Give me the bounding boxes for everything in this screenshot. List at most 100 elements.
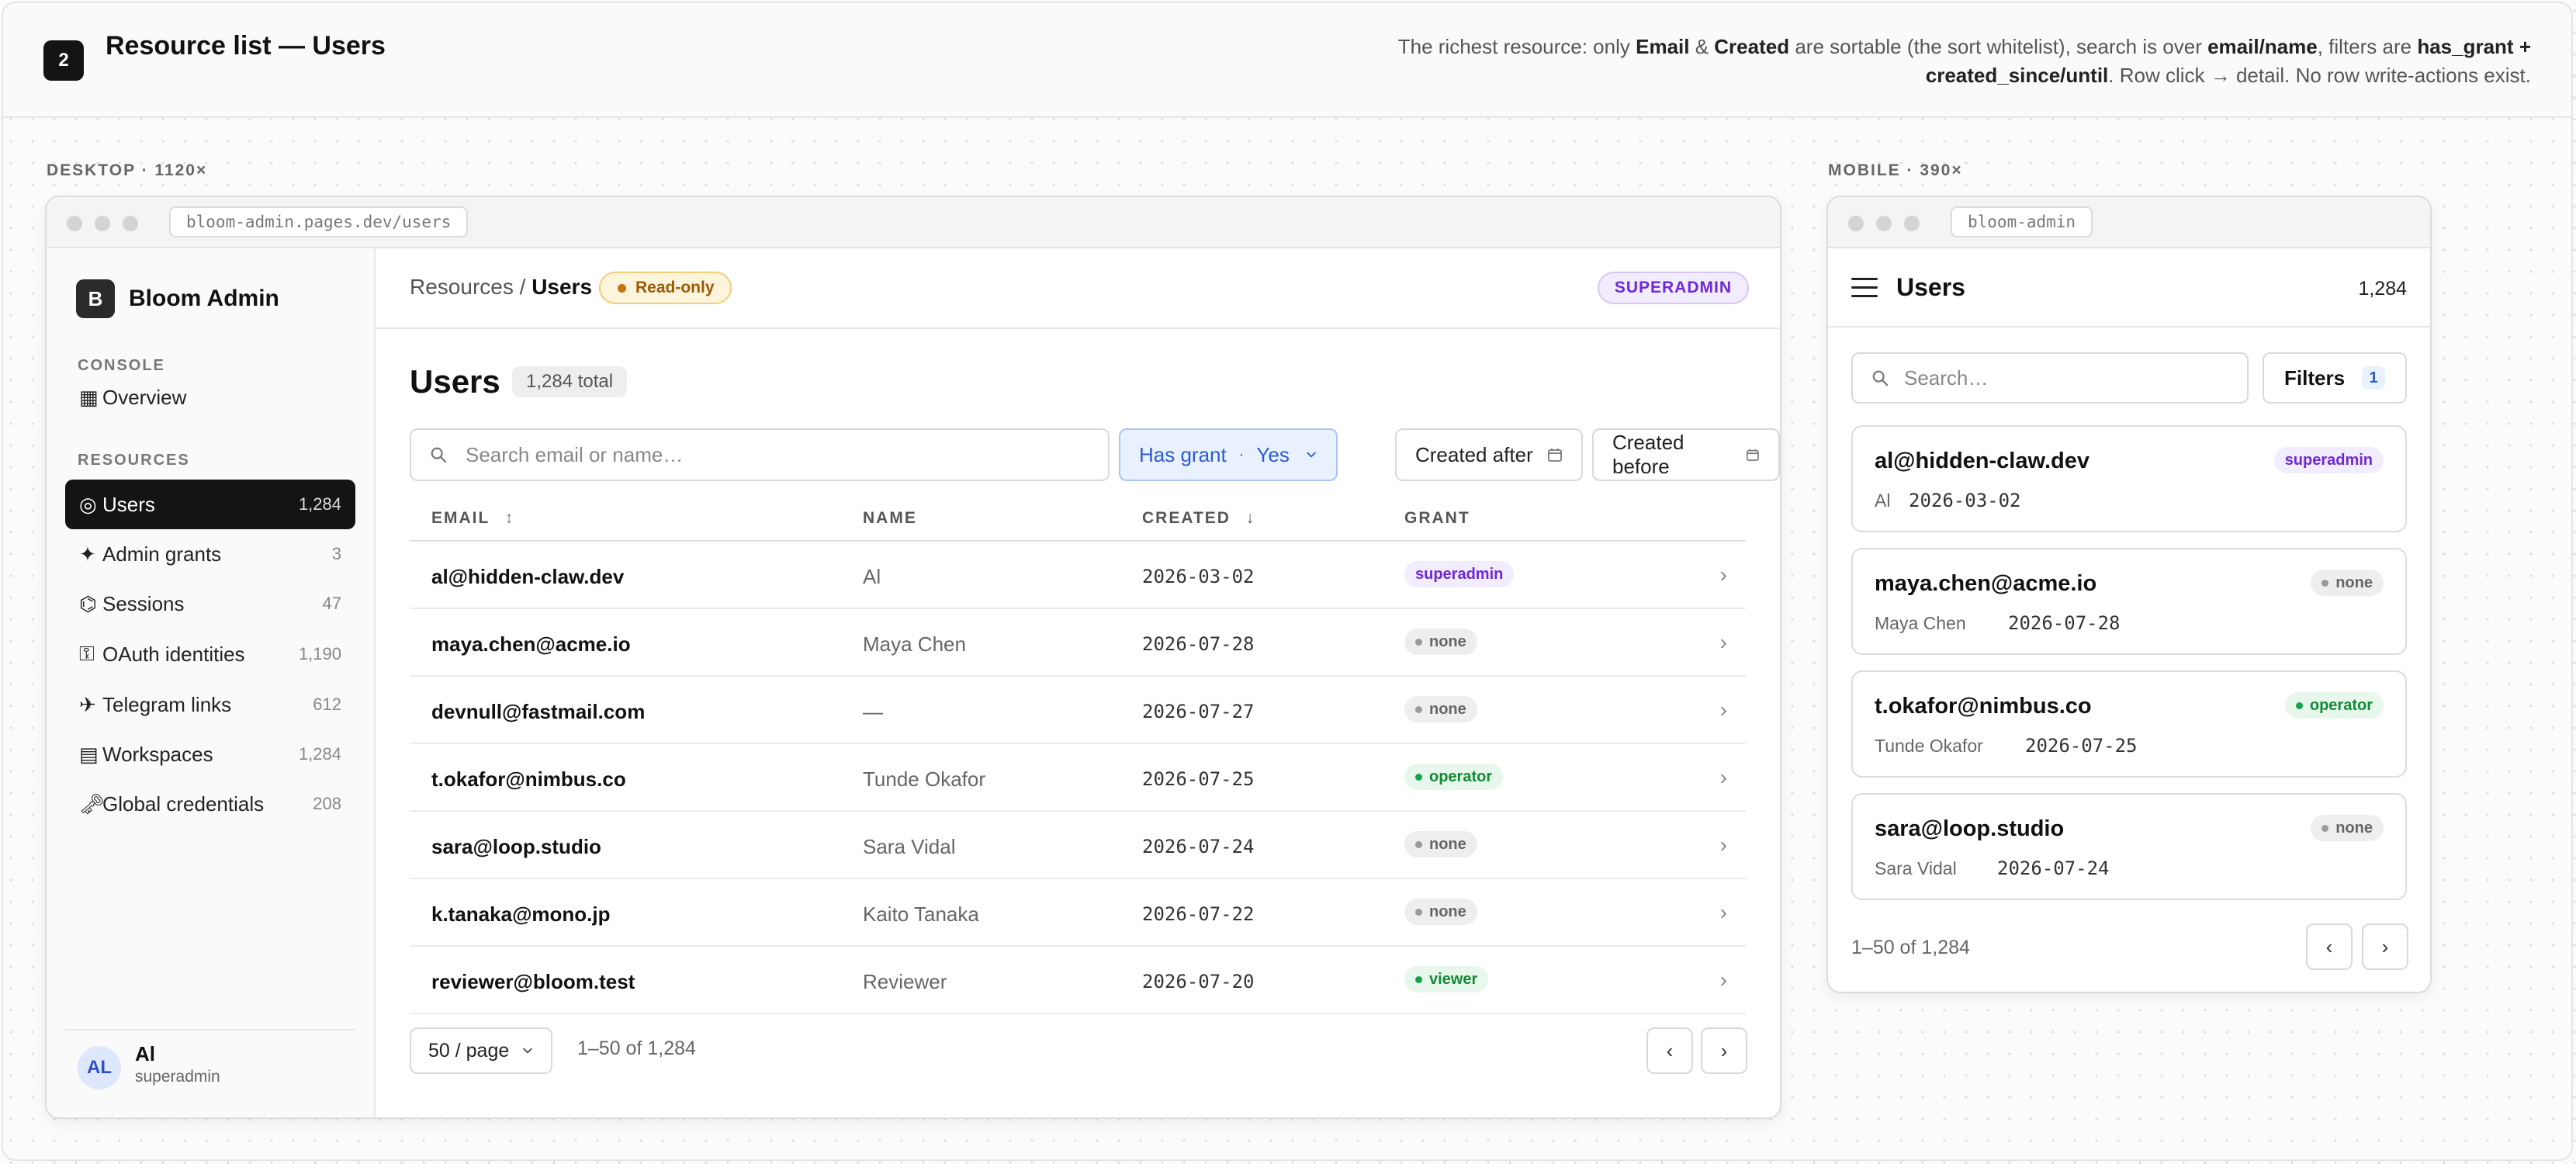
sidebar-item-count: 47 [322, 594, 341, 613]
search-placeholder: Search email or name… [466, 442, 684, 466]
cell-email: k.tanaka@mono.jp [431, 902, 611, 926]
key-icon: ⚿ [79, 642, 95, 665]
column-header-created[interactable]: CREATED ↓ [1142, 509, 1255, 528]
card-name: Al [1875, 490, 1891, 511]
grant-badge: none [2311, 815, 2384, 841]
mobile-label: MOBILE · 390× [1828, 161, 1963, 179]
user-name: Al [135, 1042, 155, 1065]
page-size-select[interactable]: 50 / page [410, 1027, 553, 1074]
table-row[interactable]: reviewer@bloom.test Reviewer 2026-07-20 … [410, 947, 1746, 1014]
user-card[interactable]: t.okafor@nimbus.co operator Tunde Okafor… [1851, 670, 2407, 778]
calendar-icon [1547, 449, 1562, 462]
spec-description: The richest resource: only Email & Creat… [1397, 35, 2531, 87]
table-row[interactable]: sara@loop.studio Sara Vidal 2026-07-24 n… [410, 812, 1746, 879]
mobile-header: Users 1,284 [1828, 248, 2430, 327]
prev-page-button[interactable]: ‹ [1646, 1027, 1693, 1074]
card-name: Tunde Okafor [1875, 736, 1983, 756]
sidebar-item-label: OAuth identities [102, 642, 245, 666]
sidebar-item-label: Admin grants [102, 542, 222, 566]
table-row[interactable]: maya.chen@acme.io Maya Chen 2026-07-28 n… [410, 609, 1746, 677]
desktop-label: DESKTOP · 1120× [47, 161, 208, 179]
grant-badge: operator [1404, 764, 1504, 790]
cell-name: — [863, 700, 883, 723]
prev-page-button[interactable]: ‹ [2306, 923, 2353, 970]
sidebar-item-overview[interactable]: ▦ Overview [65, 372, 355, 422]
created-before-filter[interactable]: Created before [1592, 428, 1780, 481]
sidebar-item-count: 1,190 [298, 644, 341, 663]
chevron-right-icon: › [1719, 563, 1727, 587]
chevron-right-icon: › [1719, 968, 1727, 992]
filters-button[interactable]: Filters 1 [2263, 352, 2407, 404]
search-icon [1872, 370, 1889, 386]
breadcrumb-parent[interactable]: Resources [410, 275, 514, 299]
main-header: Resources / Users Read-only SUPERADMIN [376, 248, 1780, 329]
grant-badge: none [1404, 831, 1477, 857]
grant-badge: viewer [1404, 966, 1489, 993]
sidebar-item-count: 1,284 [298, 744, 341, 764]
sidebar-item-sessions[interactable]: ⌬ Sessions 47 [65, 579, 355, 629]
window-dot [1848, 216, 1864, 231]
search-placeholder: Search… [1904, 365, 1989, 390]
window-dot [123, 216, 138, 231]
filter-label: Created after [1415, 442, 1533, 466]
table-row[interactable]: k.tanaka@mono.jp Kaito Tanaka 2026-07-22… [410, 879, 1746, 947]
chevron-down-icon [523, 1048, 532, 1054]
sidebar-item-count: 1,284 [298, 494, 341, 514]
sparkle-icon: ✦ [79, 542, 96, 566]
menu-icon[interactable] [1851, 278, 1878, 303]
table-row[interactable]: devnull@fastmail.com — 2026-07-27 none › [410, 677, 1746, 744]
card-email: maya.chen@acme.io [1875, 571, 2097, 596]
next-page-button[interactable]: › [1701, 1027, 1747, 1074]
filters-label: Filters [2284, 365, 2346, 390]
cell-name: Maya Chen [863, 632, 966, 656]
grant-badge: none [1404, 899, 1477, 925]
next-page-button[interactable]: › [2362, 923, 2408, 970]
filter-label: Created before [1612, 431, 1684, 478]
card-email: t.okafor@nimbus.co [1875, 694, 2092, 719]
plane-icon: ✈ [79, 692, 96, 716]
column-header-email[interactable]: EMAIL ↕ [431, 509, 514, 528]
breadcrumb: Resources / Users [410, 275, 592, 300]
grant-badge: superadmin [1404, 561, 1515, 587]
user-card[interactable]: maya.chen@acme.io none Maya Chen 2026-07… [1851, 548, 2407, 655]
total-count: 1,284 [2358, 278, 2407, 300]
table-row[interactable]: t.okafor@nimbus.co Tunde Okafor 2026-07-… [410, 744, 1746, 812]
cell-created: 2026-07-24 [1142, 836, 1255, 857]
sidebar-item-label: Overview [102, 385, 187, 409]
user-card[interactable]: sara@loop.studio none Sara Vidal 2026-07… [1851, 793, 2407, 900]
sidebar-item-workspaces[interactable]: ▤ Workspaces 1,284 [65, 729, 355, 779]
nav-group-resources: RESOURCES [78, 452, 190, 469]
filter-separator: · [1238, 445, 1245, 463]
column-header-grant: GRANT [1404, 509, 1470, 527]
brand-name: Bloom Admin [129, 286, 279, 311]
table-row[interactable]: al@hidden-claw.dev Al 2026-03-02 superad… [410, 542, 1746, 609]
cell-name: Reviewer [863, 970, 947, 993]
filters-count-badge: 1 [2362, 366, 2385, 390]
cell-email: al@hidden-claw.dev [431, 565, 625, 588]
url-bar[interactable]: bloom-admin [1951, 206, 2093, 237]
sidebar-item-admin-grants[interactable]: ✦ Admin grants 3 [65, 529, 355, 579]
sidebar-item-users[interactable]: ◎ Users 1,284 [65, 480, 355, 529]
search-input[interactable]: Search email or name… [410, 428, 1110, 481]
search-input[interactable]: Search… [1851, 352, 2249, 404]
readonly-badge-label: Read-only [635, 279, 715, 296]
avatar[interactable]: AL [78, 1046, 121, 1090]
sidebar-divider [65, 1029, 355, 1031]
has-grant-filter[interactable]: Has grant · Yes [1119, 428, 1338, 481]
sidebar-item-telegram-links[interactable]: ✈ Telegram links 612 [65, 680, 355, 729]
sidebar-item-count: 208 [313, 794, 341, 813]
page-title: Users [410, 363, 500, 400]
card-email: sara@loop.studio [1875, 816, 2065, 841]
cell-created: 2026-07-20 [1142, 971, 1255, 993]
sidebar-item-label: Users [102, 492, 155, 516]
created-after-filter[interactable]: Created after [1395, 428, 1583, 481]
user-card[interactable]: al@hidden-claw.dev superadmin Al 2026-03… [1851, 425, 2407, 532]
cell-email: maya.chen@acme.io [431, 632, 631, 656]
grant-badge: none [1404, 696, 1477, 722]
grant-badge: none [1404, 629, 1477, 655]
url-bar[interactable]: bloom-admin.pages.dev/users [169, 206, 469, 237]
card-name: Sara Vidal [1875, 858, 1957, 878]
sidebar-item-oauth-identities[interactable]: ⚿ OAuth identities 1,190 [65, 629, 355, 679]
pagination-range: 1–50 of 1,284 [577, 1038, 696, 1059]
sidebar-item-global-credentials[interactable]: 🗝 Global credentials 208 [65, 779, 355, 829]
